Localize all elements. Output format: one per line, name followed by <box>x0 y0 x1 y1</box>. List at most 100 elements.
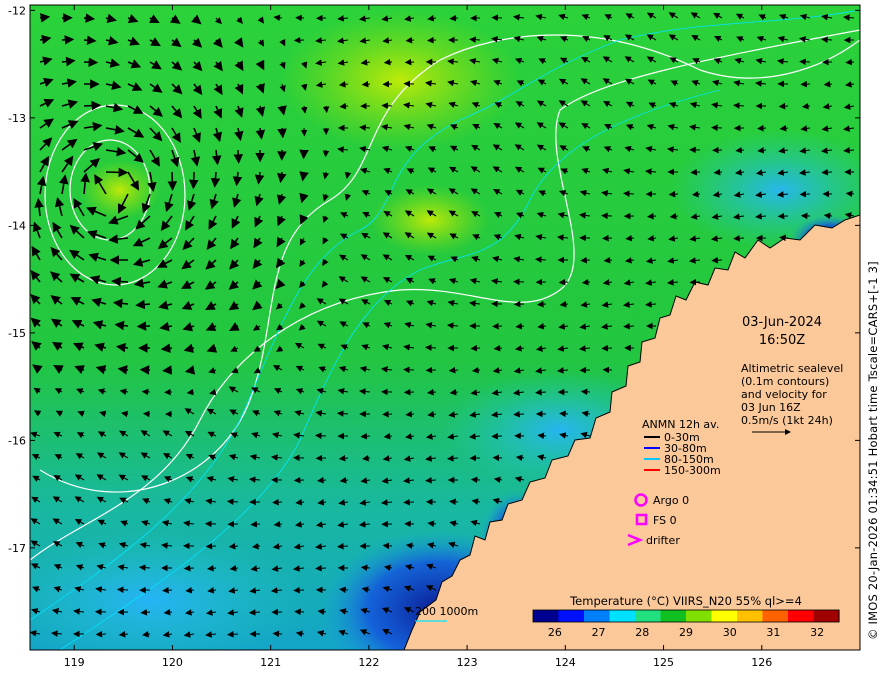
cool-patch <box>30 530 310 650</box>
velocity-arrow-icon <box>449 498 459 506</box>
velocity-arrow-icon <box>425 477 437 484</box>
colorbar-cell <box>711 610 738 622</box>
colorbar-tick-label: 26 <box>548 626 562 639</box>
colorbar-cell <box>737 610 764 622</box>
lon-tick-label: 125 <box>653 656 674 669</box>
velocity-arrow-icon <box>470 344 481 352</box>
fs-label: FS 0 <box>653 514 677 527</box>
lat-tick-label: -12 <box>8 4 26 17</box>
colorbar-cells <box>533 610 840 622</box>
colorbar-cell <box>584 610 611 622</box>
lat-tick-label: -17 <box>8 542 26 555</box>
velocity-arrow-icon <box>823 80 833 88</box>
velocity-arrow-icon <box>293 36 305 44</box>
colorbar-tick-label: 29 <box>679 626 693 639</box>
velocity-arrow-icon <box>623 190 635 197</box>
lon-tick-label: 122 <box>358 656 379 669</box>
velocity-arrow-icon <box>711 124 723 132</box>
lon-tick-label: 120 <box>162 656 183 669</box>
colorbar-cell <box>813 610 840 622</box>
colorbar-tick-label: 27 <box>592 626 606 639</box>
lon-tick-label: 123 <box>457 656 478 669</box>
altimetry-note-line: (0.1m contours) <box>741 375 829 388</box>
velocity-arrow-icon <box>61 35 75 45</box>
depth-contour-label: 200 1000m <box>415 605 478 618</box>
velocity-arrow-icon <box>272 498 283 506</box>
colorbar-title: Temperature (°C) VIIRS_N20 55% ql>=4 <box>569 594 802 608</box>
velocity-arrow-icon <box>845 190 855 198</box>
velocity-arrow-icon <box>322 105 330 114</box>
velocity-arrow-icon <box>757 124 767 132</box>
velocity-arrow-icon <box>83 57 99 68</box>
lat-tick-label: -15 <box>8 327 26 340</box>
velocity-arrow-icon <box>277 127 287 139</box>
velocity-arrow-icon <box>226 498 239 505</box>
lon-tick-label: 126 <box>751 656 772 669</box>
velocity-arrow-icon <box>647 212 657 220</box>
velocity-arrow-icon <box>448 366 459 374</box>
velocity-arrow-icon <box>116 586 129 594</box>
velocity-arrow-icon <box>315 564 327 572</box>
velocity-arrow-icon <box>95 630 107 638</box>
lon-tick-label: 119 <box>64 656 85 669</box>
velocity-arrow-icon <box>105 167 129 178</box>
velocity-arrow-icon <box>360 432 371 440</box>
velocity-arrow-icon <box>580 256 591 264</box>
velocity-arrow-icon <box>668 190 679 198</box>
velocity-arrow-icon <box>361 80 371 88</box>
velocity-arrow-icon <box>690 168 701 176</box>
altimetry-note-line: and velocity for <box>741 388 827 401</box>
colorbar-cell <box>635 610 662 622</box>
velocity-arrow-icon <box>821 168 833 176</box>
lon-tick-label: 121 <box>260 656 281 669</box>
lon-tick-label: 124 <box>555 656 576 669</box>
map-canvas: 119 120 121 122 123 124 125 126 -12 -13 -14 -15 -16… <box>8 4 861 669</box>
velocity-arrow-icon <box>601 344 613 352</box>
velocity-arrow-icon <box>314 432 327 440</box>
velocity-arrow-icon <box>425 344 437 351</box>
velocity-arrow-icon <box>535 389 547 396</box>
velocity-arrow-icon <box>233 149 244 164</box>
velocity-arrow-icon <box>470 476 481 484</box>
timestamp-time: 16:50Z <box>759 333 805 348</box>
drifter-label: drifter <box>646 534 680 547</box>
velocity-arrow-icon <box>821 36 833 43</box>
colorbar-cell <box>660 610 687 622</box>
altimetry-note-line: 0.5m/s (1kt 24h) <box>741 414 833 427</box>
velocity-arrow-icon <box>162 586 173 594</box>
velocity-arrow-icon <box>449 14 459 22</box>
velocity-arrow-icon <box>360 564 371 572</box>
velocity-arrow-icon <box>559 410 569 418</box>
lat-tick-label: -13 <box>8 112 26 125</box>
velocity-arrow-icon <box>537 300 547 308</box>
velocity-arrow-icon <box>735 146 745 154</box>
velocity-arrow-icon <box>339 102 349 110</box>
velocity-arrow-icon <box>382 410 393 418</box>
velocity-arrow-icon <box>83 35 97 46</box>
velocity-arrow-icon <box>383 58 393 66</box>
velocity-arrow-icon <box>382 542 393 550</box>
velocity-arrow-icon <box>845 58 855 66</box>
ocean-map-figure: 119 120 121 122 123 124 125 126 -12 -13 -14 -15 -16… <box>0 0 880 680</box>
altimetry-note-line: 03 Jun 16Z <box>741 401 801 414</box>
velocity-arrow-icon <box>167 171 178 191</box>
velocity-arrow-icon <box>733 235 745 242</box>
warm-patch <box>280 10 520 150</box>
velocity-arrow-icon <box>272 630 283 638</box>
velocity-arrow-icon <box>111 276 129 287</box>
velocity-arrow-icon <box>558 278 569 286</box>
warm-patch <box>370 185 490 255</box>
velocity-arrow-icon <box>83 13 96 23</box>
velocity-arrow-icon <box>83 100 102 111</box>
velocity-arrow-icon <box>580 388 591 396</box>
velocity-arrow-icon <box>778 102 789 110</box>
colorbar-tick-label: 28 <box>635 626 649 639</box>
colorbar-cell <box>788 610 815 622</box>
velocity-arrow-icon <box>513 410 525 418</box>
anmn-title: ANMN 12h av. <box>642 418 719 431</box>
velocity-arrow-icon <box>513 278 525 286</box>
colorbar-tick-label: 30 <box>723 626 737 639</box>
velocity-arrow-icon <box>250 520 261 528</box>
anmn-label: 150-300m <box>664 464 721 477</box>
colorbar-cell <box>686 610 713 622</box>
